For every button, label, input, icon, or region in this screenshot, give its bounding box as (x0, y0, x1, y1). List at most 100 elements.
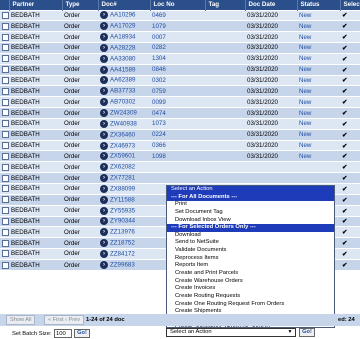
doc-link[interactable]: ZY90344 (110, 218, 135, 225)
expand-icon[interactable]: › (100, 249, 108, 258)
doc-link[interactable]: AA28228 (110, 45, 135, 52)
loc-link[interactable]: 1304 (152, 55, 166, 62)
dropdown-option[interactable]: Send to NetSuite (167, 239, 334, 247)
select-cell[interactable]: ✔ (340, 96, 360, 108)
select-cell[interactable]: ✔ (340, 161, 360, 173)
expand-icon[interactable]: › (100, 87, 108, 96)
dropdown-option[interactable]: Download Inbox View (167, 217, 334, 225)
row-checkbox-cell[interactable] (0, 31, 9, 43)
loc-link[interactable]: 0302 (152, 77, 166, 84)
row-checkbox-cell[interactable] (0, 193, 9, 206)
expand-icon[interactable]: › (100, 22, 108, 31)
select-cell[interactable]: ✔ (340, 226, 360, 238)
row-checkbox[interactable] (2, 250, 9, 258)
row-checkbox[interactable] (2, 163, 9, 171)
expand-icon[interactable]: › (100, 141, 108, 150)
dropdown-option[interactable]: Select an Action (167, 186, 334, 194)
select-cell[interactable]: ✔ (340, 9, 360, 21)
table-row[interactable]: BEDBATH Order › AA17029 1079 03/31/2020 New ✔ (0, 20, 360, 32)
row-checkbox[interactable] (2, 109, 9, 117)
row-checkbox[interactable] (2, 239, 9, 247)
row-checkbox-cell[interactable] (0, 215, 9, 227)
dropdown-option[interactable]: Create One Routing Request From Orders (167, 301, 334, 309)
row-checkbox[interactable] (2, 174, 9, 182)
select-cell[interactable]: ✔ (340, 117, 360, 130)
row-checkbox[interactable] (2, 152, 9, 160)
select-cell[interactable]: ✔ (340, 128, 360, 141)
row-checkbox-cell[interactable] (0, 258, 9, 271)
loc-link[interactable]: 1098 (152, 153, 166, 160)
select-cell[interactable]: ✔ (340, 20, 360, 32)
doc-link[interactable]: ZX36460 (110, 131, 135, 138)
loc-column-header[interactable]: Loc No (150, 0, 206, 10)
row-checkbox-cell[interactable] (0, 161, 9, 173)
expand-icon[interactable]: › (100, 109, 108, 118)
select-cell[interactable]: ✔ (340, 258, 360, 271)
checkmark-icon[interactable]: ✔ (342, 132, 347, 139)
expand-icon[interactable]: › (100, 76, 108, 85)
expand-icon[interactable]: › (100, 119, 108, 128)
doc-link[interactable]: ZZ18752 (110, 240, 135, 247)
table-row[interactable]: BEDBATH Order › ZX46973 0366 03/31/2020 New ✔ (0, 139, 360, 151)
doc-link[interactable]: AA62389 (110, 77, 135, 84)
checkmark-icon[interactable]: ✔ (342, 23, 347, 30)
checkmark-icon[interactable]: ✔ (342, 99, 347, 106)
expand-icon[interactable]: › (100, 206, 108, 215)
row-checkbox[interactable] (2, 131, 9, 139)
checkmark-icon[interactable]: ✔ (342, 251, 347, 258)
dropdown-option[interactable]: Download (167, 232, 334, 240)
expand-icon[interactable]: › (100, 98, 108, 107)
doc-link[interactable]: ZY11588 (110, 196, 135, 203)
dropdown-option[interactable]: Create Invoices (167, 285, 334, 293)
row-checkbox[interactable] (2, 141, 9, 149)
loc-link[interactable]: 0474 (152, 110, 166, 117)
dropdown-option[interactable]: Reports Item (167, 262, 334, 270)
expand-icon[interactable]: › (100, 152, 108, 161)
row-checkbox[interactable] (2, 76, 9, 84)
doc-link[interactable]: AA41589 (110, 66, 135, 73)
row-checkbox-cell[interactable] (0, 183, 9, 195)
table-row[interactable]: BEDBATH Order › ZX77281 ✔ (0, 172, 360, 184)
row-checkbox-cell[interactable] (0, 85, 9, 97)
table-row[interactable]: BEDBATH Order › ZX62082 ✔ (0, 161, 360, 173)
expand-icon[interactable]: › (100, 130, 108, 139)
table-row[interactable]: BEDBATH Order › ZW24309 0474 03/31/2020 New ✔ (0, 107, 360, 119)
row-checkbox[interactable] (2, 22, 9, 30)
checkmark-icon[interactable]: ✔ (342, 197, 347, 204)
row-checkbox[interactable] (2, 196, 9, 204)
checkmark-icon[interactable]: ✔ (342, 229, 347, 236)
doc-link[interactable]: ZY55935 (110, 207, 135, 214)
row-checkbox-cell[interactable] (0, 237, 9, 249)
checkmark-icon[interactable]: ✔ (342, 45, 347, 52)
expand-icon[interactable]: › (100, 43, 108, 52)
expand-icon[interactable]: › (100, 163, 108, 172)
row-checkbox-cell[interactable] (0, 63, 9, 76)
table-row[interactable]: BEDBATH Order › ZW40938 1073 03/31/2020 New ✔ (0, 117, 360, 130)
select-cell[interactable]: ✔ (340, 193, 360, 206)
row-checkbox-cell[interactable] (0, 139, 9, 151)
row-checkbox-cell[interactable] (0, 204, 9, 217)
row-checkbox[interactable] (2, 87, 9, 95)
row-checkbox[interactable] (2, 11, 9, 19)
first-prev-button[interactable]: « First ‹ Prev (44, 315, 85, 325)
doc-link[interactable]: ZW40938 (110, 121, 137, 128)
checkmark-icon[interactable]: ✔ (342, 153, 347, 160)
dropdown-option[interactable]: Create and Print Parcels (167, 270, 334, 278)
select-cell[interactable]: ✔ (340, 237, 360, 249)
checkmark-icon[interactable]: ✔ (342, 143, 347, 150)
doc-link[interactable]: AA17029 (110, 23, 135, 30)
doc-link[interactable]: ZX59601 (110, 153, 135, 160)
doc-link[interactable]: AA33080 (110, 55, 135, 62)
table-row[interactable]: BEDBATH Order › ZX59601 1098 03/31/2020 New ✔ (0, 150, 360, 162)
loc-link[interactable]: 1079 (152, 23, 166, 30)
doc-link[interactable]: ZX46973 (110, 142, 135, 149)
row-checkbox-cell[interactable] (0, 107, 9, 119)
doc-link[interactable]: ZW24309 (110, 110, 137, 117)
expand-icon[interactable]: › (100, 239, 108, 248)
row-checkbox-cell[interactable] (0, 96, 9, 108)
dropdown-option[interactable]: Create Warehouse Orders (167, 278, 334, 286)
select-cell[interactable]: ✔ (340, 183, 360, 195)
expand-icon[interactable]: › (100, 184, 108, 193)
row-checkbox-cell[interactable] (0, 172, 9, 184)
expand-icon[interactable]: › (100, 217, 108, 226)
